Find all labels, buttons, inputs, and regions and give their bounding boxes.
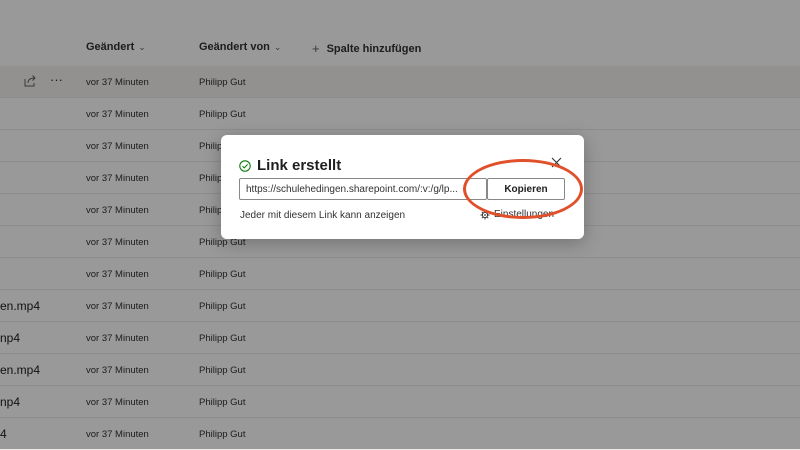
dialog-title-text: Link erstellt [257, 157, 342, 174]
permission-text: Jeder mit diesem Link kann anzeigen [240, 210, 406, 221]
settings-label: Einstellungen [494, 209, 555, 220]
copy-button[interactable]: Kopieren [487, 178, 565, 200]
close-icon[interactable] [551, 157, 562, 168]
link-created-dialog: Link erstellt Kopieren Jeder mit diesem … [221, 135, 584, 239]
file-list-page: Geändert ⌄ Geändert von ⌄ + Spalte hinzu… [0, 0, 800, 450]
gear-icon [480, 210, 490, 219]
check-circle-icon [239, 159, 251, 172]
link-url-field[interactable] [239, 178, 487, 200]
settings-link[interactable]: Einstellungen [480, 209, 554, 220]
dialog-title: Link erstellt [239, 157, 341, 174]
